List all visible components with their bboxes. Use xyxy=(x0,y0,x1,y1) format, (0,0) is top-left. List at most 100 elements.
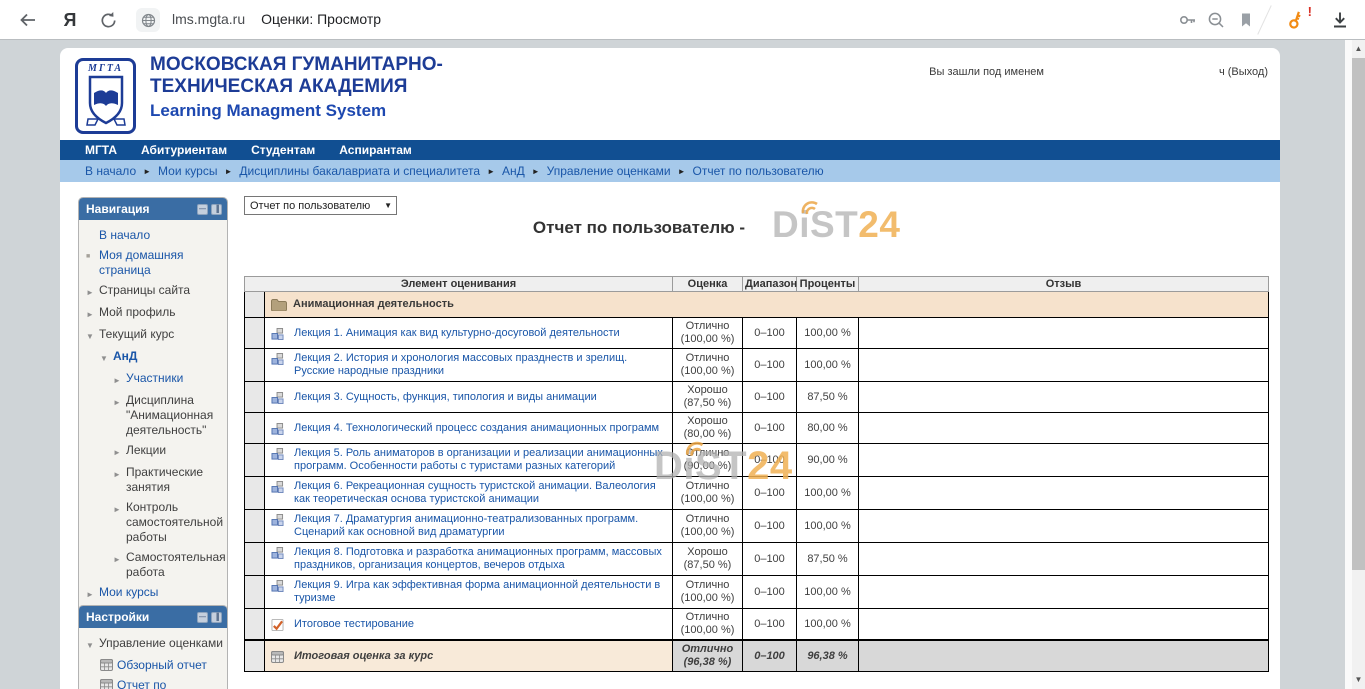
logo-text: МГТА xyxy=(78,63,133,74)
collapse-block-icon[interactable]: — xyxy=(197,204,208,215)
collapse-block-icon[interactable]: — xyxy=(197,612,208,623)
breadcrumb-course[interactable]: АнД xyxy=(502,164,525,178)
breadcrumb-separator-icon: ► xyxy=(678,167,686,176)
nav-item-studentam[interactable]: Студентам xyxy=(251,143,315,157)
sidebar-item-my-profile[interactable]: ►Мой профиль xyxy=(86,305,223,322)
breadcrumb-separator-icon: ► xyxy=(532,167,540,176)
grade-item-link[interactable]: Лекция 8. Подготовка и разработка анимац… xyxy=(294,546,666,572)
nav-item-mgta[interactable]: МГТА xyxy=(85,143,117,157)
browser-toolbar: Я lms.mgta.ruОценки: Просмотр ! xyxy=(0,0,1365,40)
lesson-icon xyxy=(271,448,284,460)
back-icon[interactable] xyxy=(16,8,40,32)
page-content: МГТА МОСКОВСКАЯ ГУМАНИТАРНО- ТЕХНИЧЕСКАЯ… xyxy=(60,48,1280,689)
breadcrumb-separator-icon: ► xyxy=(143,167,151,176)
breadcrumb: В начало ► Мои курсы ► Дисциплины бакала… xyxy=(60,160,1280,182)
sidebar-item-lectures[interactable]: ►Лекции xyxy=(86,443,223,460)
sidebar-item-and[interactable]: ▼АнД xyxy=(86,349,223,366)
feedback-cell xyxy=(859,543,1269,576)
grade-item-link[interactable]: Лекция 1. Анимация как вид культурно-дос… xyxy=(294,327,620,340)
breadcrumb-separator-icon: ► xyxy=(487,167,495,176)
navigation-block: Навигация —▐ В начало ■Моя домашняя стра… xyxy=(78,197,228,616)
table-row: Лекция 6. Рекреационная сущность туристс… xyxy=(245,477,1269,510)
grade-item-link[interactable]: Лекция 6. Рекреационная сущность туристс… xyxy=(294,480,666,506)
col-header-percent: Проценты xyxy=(797,277,859,292)
bookmark-icon[interactable] xyxy=(1234,8,1258,32)
site-title: МОСКОВСКАЯ ГУМАНИТАРНО- ТЕХНИЧЕСКАЯ АКАД… xyxy=(150,54,443,121)
grade-item-link[interactable]: Лекция 2. История и хронология массовых … xyxy=(294,352,666,378)
settings-tree: ▼Управление оценками Обзорный отчет Отче… xyxy=(79,628,227,689)
table-row: Итоговое тестирование Отлично(100,00 %) … xyxy=(245,609,1269,641)
key-icon[interactable] xyxy=(1176,8,1200,32)
crest-icon xyxy=(84,75,128,127)
breadcrumb-user-report[interactable]: Отчет по пользователю xyxy=(693,164,824,178)
breadcrumb-separator-icon: ► xyxy=(224,167,232,176)
sidebar-item-home[interactable]: В начало xyxy=(86,228,223,243)
lms-subtitle: Learning Managment System xyxy=(150,101,443,121)
table-row: Лекция 9. Игра как эффективная форма ани… xyxy=(245,576,1269,609)
breadcrumb-my-courses[interactable]: Мои курсы xyxy=(158,164,217,178)
table-row: Лекция 8. Подготовка и разработка анимац… xyxy=(245,543,1269,576)
sidebar-item-discipline[interactable]: ►Дисциплина "Анимационная деятельность" xyxy=(86,393,223,438)
yandex-logo-icon[interactable]: Я xyxy=(58,8,82,32)
sidebar-item-my-courses[interactable]: ►Мои курсы xyxy=(86,585,223,602)
academy-logo[interactable]: МГТА xyxy=(75,58,136,134)
window-gap xyxy=(1345,40,1352,689)
sidebar-item-control[interactable]: ►Контроль самостоятельной работы xyxy=(86,500,223,545)
table-row: Лекция 7. Драматургия анимационно-театра… xyxy=(245,510,1269,543)
dock-block-icon[interactable]: ▐ xyxy=(211,612,222,623)
zoom-out-icon[interactable] xyxy=(1204,8,1228,32)
scroll-up-arrow[interactable]: ▲ xyxy=(1352,42,1365,56)
table-row: Лекция 4. Технологический процесс создан… xyxy=(245,413,1269,444)
logout-link[interactable]: ч (Выход) xyxy=(1219,66,1268,78)
grade-item-link[interactable]: Лекция 3. Сущность, функция, типология и… xyxy=(294,391,597,404)
feedback-cell xyxy=(859,510,1269,543)
scroll-down-arrow[interactable]: ▼ xyxy=(1352,673,1365,687)
lesson-icon xyxy=(271,481,284,493)
address-bar[interactable]: lms.mgta.ruОценки: Просмотр xyxy=(172,11,381,27)
settings-item-overview-report[interactable]: Обзорный отчет xyxy=(86,658,223,673)
settings-item-grade-admin[interactable]: ▼Управление оценками xyxy=(86,636,223,653)
navigation-block-header: Навигация —▐ xyxy=(79,198,227,220)
lesson-icon xyxy=(271,580,284,592)
download-icon[interactable] xyxy=(1328,8,1352,32)
lesson-icon xyxy=(271,547,284,559)
triangle-expanded-icon: ▼ xyxy=(100,349,113,366)
sidebar-item-site-pages[interactable]: ►Страницы сайта xyxy=(86,283,223,300)
breadcrumb-disciplines[interactable]: Дисциплины бакалавриата и специалитета xyxy=(239,164,480,178)
refresh-icon[interactable] xyxy=(96,8,120,32)
sidebar-item-practice[interactable]: ►Практические занятия xyxy=(86,465,223,495)
grade-report-table: Элемент оценивания Оценка Диапазон Проце… xyxy=(244,276,1269,672)
dock-block-icon[interactable]: ▐ xyxy=(211,204,222,215)
triangle-collapsed-icon: ► xyxy=(86,305,99,322)
grade-item-link[interactable]: Лекция 4. Технологический процесс создан… xyxy=(294,422,659,435)
sidebar-item-current-course[interactable]: ▼Текущий курс xyxy=(86,327,223,344)
table-row: Лекция 3. Сущность, функция, типология и… xyxy=(245,382,1269,413)
sidebar-item-my-home[interactable]: ■Моя домашняя страница xyxy=(86,248,223,278)
breadcrumb-home[interactable]: В начало xyxy=(85,164,136,178)
sidebar-item-independent-work[interactable]: ►Самостоятельная работа xyxy=(86,550,223,580)
settings-item-user-report[interactable]: Отчет по пользователю xyxy=(86,678,223,689)
scrollbar-thumb[interactable] xyxy=(1352,58,1365,570)
site-globe-icon[interactable] xyxy=(136,8,160,32)
alert-badge: ! xyxy=(1308,4,1312,19)
vertical-scrollbar[interactable]: ▲ ▼ xyxy=(1352,40,1365,689)
nav-item-aspirantam[interactable]: Аспирантам xyxy=(339,143,412,157)
grade-item-link[interactable]: Лекция 5. Роль аниматоров в организации … xyxy=(294,447,666,473)
grade-item-link[interactable]: Лекция 9. Игра как эффективная форма ани… xyxy=(294,579,666,605)
login-prefix: Вы зашли под именем xyxy=(929,66,1044,78)
feedback-cell xyxy=(859,477,1269,510)
grade-item-link[interactable]: Итоговое тестирование xyxy=(294,618,414,631)
tab-title: Оценки: Просмотр xyxy=(261,11,381,27)
feedback-cell xyxy=(859,640,1269,672)
breadcrumb-grade-admin[interactable]: Управление оценками xyxy=(547,164,671,178)
lesson-icon xyxy=(271,392,284,404)
grade-item-link[interactable]: Лекция 7. Драматургия анимационно-театра… xyxy=(294,513,666,539)
nav-item-abiturientam[interactable]: Абитуриентам xyxy=(141,143,227,157)
feedback-cell xyxy=(859,318,1269,349)
report-select-value: Отчет по пользователю xyxy=(250,200,370,212)
wifi-arcs-icon xyxy=(797,195,823,215)
col-header-feedback: Отзыв xyxy=(859,277,1269,292)
sidebar-item-participants[interactable]: ►Участники xyxy=(86,371,223,388)
password-alert-icon[interactable]: ! xyxy=(1284,8,1308,32)
report-type-select[interactable]: Отчет по пользователю ▼ xyxy=(244,196,397,215)
